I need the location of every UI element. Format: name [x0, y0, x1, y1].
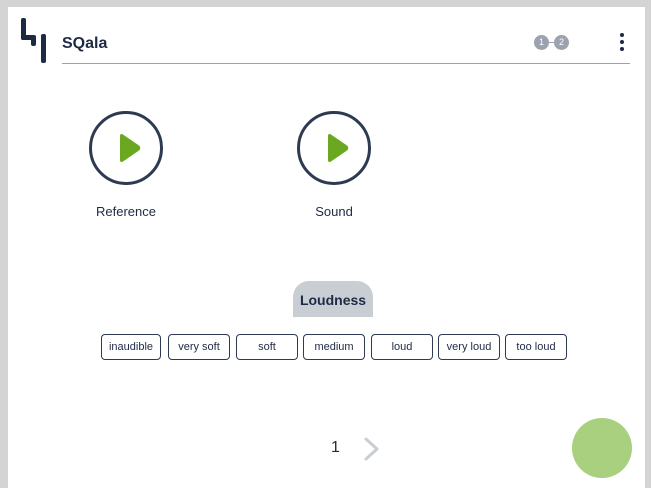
- vertical-dots-icon[interactable]: [612, 31, 632, 53]
- app-title: SQala: [62, 35, 108, 52]
- option-too-loud[interactable]: too loud: [505, 334, 567, 360]
- window-frame-top: [0, 0, 651, 7]
- play-icon: [328, 134, 349, 162]
- page-number: 1: [331, 439, 340, 456]
- chevron-right-icon[interactable]: [362, 436, 382, 462]
- sound-play-button[interactable]: [297, 111, 371, 185]
- play-icon: [120, 134, 141, 162]
- sqala-logo-icon: [20, 16, 48, 64]
- step-indicator: 1 2: [534, 34, 569, 50]
- window-frame-left: [0, 0, 8, 488]
- option-very-loud[interactable]: very loud: [438, 334, 500, 360]
- sound-label: Sound: [315, 204, 353, 219]
- reference-label: Reference: [96, 204, 156, 219]
- option-soft[interactable]: soft: [236, 334, 298, 360]
- step-1[interactable]: 1: [534, 34, 549, 50]
- option-inaudible[interactable]: inaudible: [101, 334, 161, 360]
- header-divider: [62, 63, 630, 64]
- sound-player: Sound: [264, 111, 404, 219]
- option-very-soft[interactable]: very soft: [168, 334, 230, 360]
- step-2[interactable]: 2: [554, 34, 569, 50]
- option-loud[interactable]: loud: [371, 334, 433, 360]
- window-frame-right: [645, 0, 651, 488]
- menu-dot: [620, 33, 624, 37]
- option-medium[interactable]: medium: [303, 334, 365, 360]
- fab-button[interactable]: [572, 418, 632, 478]
- menu-dot: [620, 47, 624, 51]
- menu-dot: [620, 40, 624, 44]
- question-title: Loudness: [293, 281, 373, 317]
- reference-play-button[interactable]: [89, 111, 163, 185]
- reference-player: Reference: [56, 111, 196, 219]
